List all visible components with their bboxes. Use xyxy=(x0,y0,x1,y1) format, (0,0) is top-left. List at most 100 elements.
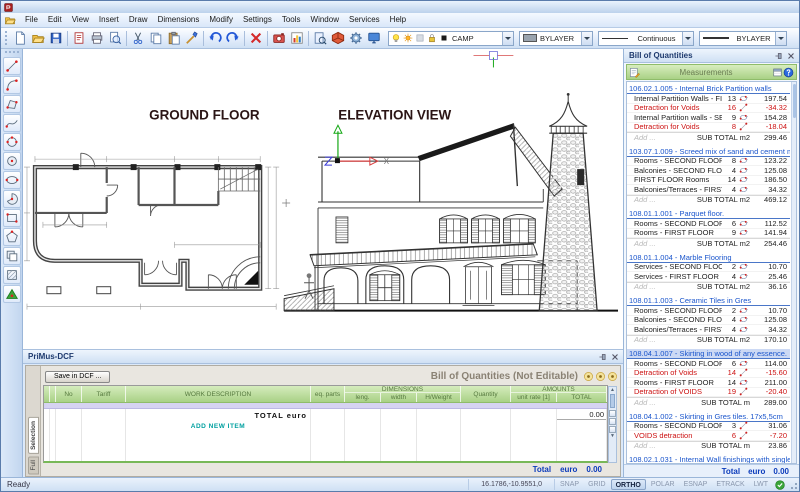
settings-gear-icon[interactable] xyxy=(347,29,365,47)
menu-services[interactable]: Services xyxy=(344,15,385,24)
col-work-description[interactable]: WORK DESCRIPTION xyxy=(126,386,311,402)
section-title[interactable]: 108.04.1.002 - Skirting in Gres tiles. 1… xyxy=(627,412,790,422)
polygon-tool[interactable] xyxy=(3,228,21,246)
toggle-polar[interactable]: POLAR xyxy=(647,479,679,490)
add-measurement-link[interactable]: Add ... xyxy=(627,195,697,204)
col-no[interactable]: No xyxy=(56,386,82,402)
palette-grip[interactable] xyxy=(5,51,19,55)
measurement-row[interactable]: Services - SECOND FLOOR210.70 xyxy=(627,263,790,273)
render-view-icon[interactable] xyxy=(365,29,383,47)
measurement-sheet-icon[interactable] xyxy=(629,67,640,78)
menu-file[interactable]: File xyxy=(20,15,43,24)
menu-dimensions[interactable]: Dimensions xyxy=(153,15,205,24)
toggle-etrack[interactable]: ETRACK xyxy=(712,479,748,490)
layer-dim-icon[interactable] xyxy=(415,33,425,43)
copy-icon[interactable] xyxy=(147,29,165,47)
measurement-row[interactable]: Balconies/Terraces - FIRST F....434.32 xyxy=(627,185,790,195)
color-combo-arrow[interactable] xyxy=(581,32,592,45)
col-h-weight[interactable]: H/Weight xyxy=(417,393,461,402)
boq-scrollbar[interactable] xyxy=(791,82,796,463)
zoom-view-icon[interactable] xyxy=(609,426,616,433)
layer-combo-arrow[interactable] xyxy=(502,32,513,45)
measurement-row[interactable]: Rooms - SECOND FLOOR6114.00 xyxy=(627,359,790,369)
scroll-thumb[interactable] xyxy=(793,84,796,118)
layer-on-icon[interactable] xyxy=(391,33,401,43)
measurement-row[interactable]: Balconies - SECOND FLOOR4125.08 xyxy=(627,316,790,326)
zoom-document-icon[interactable] xyxy=(311,29,329,47)
dcf-scrollbar[interactable]: ▲ ▼ xyxy=(608,386,617,463)
scroll-thumb[interactable] xyxy=(610,394,615,408)
tools-round-icon[interactable] xyxy=(607,371,618,382)
section-title[interactable]: 108.01.1.003 - Ceramic Tiles in Gres xyxy=(627,296,790,306)
measurement-row[interactable]: Detraction for Voids16-34.32 xyxy=(627,104,790,114)
circle-tool[interactable] xyxy=(3,152,21,170)
measurement-row[interactable]: Internal Partition Walls - FIR....13197.… xyxy=(627,94,790,104)
add-measurement-link[interactable]: Add ... xyxy=(627,441,701,450)
redo-icon[interactable] xyxy=(224,29,242,47)
layer-lock-icon[interactable] xyxy=(427,33,437,43)
measurement-row[interactable]: Balconies/Terraces - FIRST F....434.32 xyxy=(627,325,790,335)
grid-view-icon[interactable] xyxy=(609,410,616,417)
linetype-combo[interactable]: Continuous xyxy=(598,31,694,46)
report-icon[interactable] xyxy=(772,67,783,78)
add-measurement-link[interactable]: Add ... xyxy=(627,335,697,344)
chart-icon[interactable] xyxy=(288,29,306,47)
section-title[interactable]: 108.04.1.007 - Skirting in wood of any e… xyxy=(627,349,790,359)
new-file-icon[interactable] xyxy=(11,29,29,47)
lineweight-combo[interactable]: BYLAYER xyxy=(699,31,787,46)
layer-freeze-icon[interactable] xyxy=(403,33,413,43)
view-mode-icon[interactable] xyxy=(595,371,606,382)
image-capture-icon[interactable] xyxy=(270,29,288,47)
layer-combo[interactable]: CAMP xyxy=(388,31,514,46)
add-measurement-link[interactable]: Add ... xyxy=(627,282,697,291)
col-unit-rate[interactable]: unit rate [1] xyxy=(511,393,557,402)
pie-tool[interactable] xyxy=(3,190,21,208)
rectangle-tool[interactable] xyxy=(3,209,21,227)
delete-icon[interactable] xyxy=(247,29,265,47)
toolbar-grip[interactable] xyxy=(5,31,9,45)
measurement-row[interactable]: FIRST FLOOR Rooms14186.50 xyxy=(627,176,790,186)
measurement-row[interactable]: Internal Partition walls - SEC....9154.2… xyxy=(627,113,790,123)
menu-edit[interactable]: Edit xyxy=(43,15,67,24)
color-combo[interactable]: BYLAYER xyxy=(519,31,593,46)
save-icon[interactable] xyxy=(47,29,65,47)
measurement-row[interactable]: Rooms - SECOND FLOOR331.06 xyxy=(627,422,790,432)
scroll-up-icon[interactable]: ▲ xyxy=(610,387,615,393)
col-quantity[interactable]: Quantity xyxy=(461,386,511,402)
col-leng[interactable]: leng. xyxy=(345,393,381,402)
save-in-dcf-button[interactable]: Save in DCF ... xyxy=(45,371,110,383)
circle-3p-tool[interactable] xyxy=(3,133,21,151)
add-measurement-link[interactable]: Add ... xyxy=(627,239,697,248)
document-menu-icon[interactable] xyxy=(4,14,16,26)
measurement-row[interactable]: VOIDS detraction6-7.20 xyxy=(627,431,790,441)
section-title[interactable]: 108.02.1.031 - Internal Wall finishings … xyxy=(627,455,790,463)
open-file-icon[interactable] xyxy=(29,29,47,47)
pin-icon[interactable] xyxy=(774,51,784,61)
measurement-row[interactable]: Detraction of VOIDS19-20.40 xyxy=(627,388,790,398)
tab-selection[interactable]: Selection xyxy=(28,417,39,454)
print-preview-icon[interactable] xyxy=(106,29,124,47)
layer-color-icon[interactable] xyxy=(439,33,449,43)
cut-icon[interactable] xyxy=(129,29,147,47)
measurement-row[interactable]: Balconies - SECOND FLOOR4125.08 xyxy=(627,166,790,176)
record-button-icon[interactable] xyxy=(583,371,594,382)
toggle-snap[interactable]: SNAP xyxy=(556,479,583,490)
toggle-esnap[interactable]: ESNAP xyxy=(680,479,712,490)
tab-full[interactable]: Full xyxy=(28,456,39,474)
undo-icon[interactable] xyxy=(206,29,224,47)
col-eq-parts[interactable]: eq. parts xyxy=(311,386,345,402)
toggle-lwt[interactable]: LWT xyxy=(750,479,772,490)
close-icon[interactable] xyxy=(786,51,796,61)
help-icon[interactable] xyxy=(783,67,794,78)
menu-view[interactable]: View xyxy=(67,15,94,24)
measurement-row[interactable]: Rooms - SECOND FLOOR8123.22 xyxy=(627,157,790,167)
col-tariff[interactable]: Tariff xyxy=(82,386,126,402)
measurement-row[interactable]: Rooms - SECOND FLOOR210.70 xyxy=(627,306,790,316)
print-view-icon[interactable] xyxy=(609,418,616,425)
add-new-item-link[interactable]: ADD NEW ITEM xyxy=(126,423,310,430)
toggle-grid[interactable]: GRID xyxy=(584,479,610,490)
menu-insert[interactable]: Insert xyxy=(94,15,124,24)
paste-icon[interactable] xyxy=(165,29,183,47)
close-icon[interactable] xyxy=(610,352,620,362)
3d-view-icon[interactable] xyxy=(329,29,347,47)
